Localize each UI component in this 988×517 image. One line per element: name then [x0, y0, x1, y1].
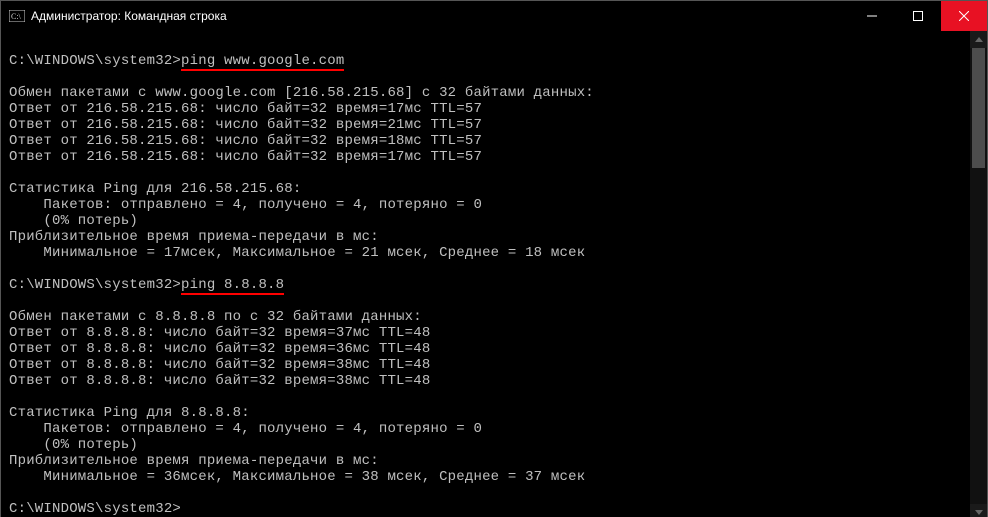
output-line: (0% потерь) [9, 213, 966, 229]
output-line [9, 485, 966, 501]
output-line: Ответ от 216.58.215.68: число байт=32 вр… [9, 149, 966, 165]
prompt-line: C:\WINDOWS\system32>ping www.google.com [9, 53, 966, 69]
cmd-icon: C:\ [9, 10, 25, 22]
prompt-line: C:\WINDOWS\system32>ping 8.8.8.8 [9, 277, 966, 293]
content-wrap: C:\WINDOWS\system32>ping www.google.comО… [1, 31, 987, 517]
output-line: Ответ от 8.8.8.8: число байт=32 время=38… [9, 357, 966, 373]
output-line: Ответ от 216.58.215.68: число байт=32 вр… [9, 101, 966, 117]
output-line: Статистика Ping для 8.8.8.8: [9, 405, 966, 421]
output-line [9, 293, 966, 309]
minimize-button[interactable] [849, 1, 895, 31]
output-line: Обмен пакетами с www.google.com [216.58.… [9, 85, 966, 101]
output-line: Пакетов: отправлено = 4, получено = 4, п… [9, 421, 966, 437]
command-highlighted: ping www.google.com [181, 53, 344, 71]
output-line [9, 261, 966, 277]
output-line: (0% потерь) [9, 437, 966, 453]
vertical-scrollbar[interactable] [970, 31, 987, 517]
command-highlighted: ping 8.8.8.8 [181, 277, 284, 295]
scroll-thumb[interactable] [972, 48, 985, 168]
output-line: Приблизительное время приема-передачи в … [9, 453, 966, 469]
output-line: Обмен пакетами с 8.8.8.8 по с 32 байтами… [9, 309, 966, 325]
output-line [9, 389, 966, 405]
titlebar[interactable]: C:\ Администратор: Командная строка [1, 1, 987, 31]
output-line: Ответ от 216.58.215.68: число байт=32 вр… [9, 133, 966, 149]
output-line: Ответ от 8.8.8.8: число байт=32 время=37… [9, 325, 966, 341]
svg-text:C:\: C:\ [11, 12, 22, 21]
prompt: C:\WINDOWS\system32> [9, 501, 181, 517]
output-line: Ответ от 8.8.8.8: число байт=32 время=36… [9, 341, 966, 357]
scroll-up-button[interactable] [970, 31, 987, 48]
window-title: Администратор: Командная строка [31, 9, 227, 23]
scroll-down-button[interactable] [970, 504, 987, 517]
prompt: C:\WINDOWS\system32> [9, 53, 181, 69]
prompt-line: C:\WINDOWS\system32> [9, 501, 966, 517]
terminal-output[interactable]: C:\WINDOWS\system32>ping www.google.comО… [1, 31, 970, 517]
close-button[interactable] [941, 1, 987, 31]
prompt: C:\WINDOWS\system32> [9, 277, 181, 293]
output-line [9, 69, 966, 85]
output-line: Минимальное = 36мсек, Максимальное = 38 … [9, 469, 966, 485]
output-line: Приблизительное время приема-передачи в … [9, 229, 966, 245]
output-line [9, 165, 966, 181]
output-line: Ответ от 8.8.8.8: число байт=32 время=38… [9, 373, 966, 389]
maximize-button[interactable] [895, 1, 941, 31]
output-line: Пакетов: отправлено = 4, получено = 4, п… [9, 197, 966, 213]
output-line [9, 37, 966, 53]
cmd-window: C:\ Администратор: Командная строка C:\W… [0, 0, 988, 517]
output-line: Ответ от 216.58.215.68: число байт=32 вр… [9, 117, 966, 133]
output-line: Статистика Ping для 216.58.215.68: [9, 181, 966, 197]
output-line: Минимальное = 17мсек, Максимальное = 21 … [9, 245, 966, 261]
